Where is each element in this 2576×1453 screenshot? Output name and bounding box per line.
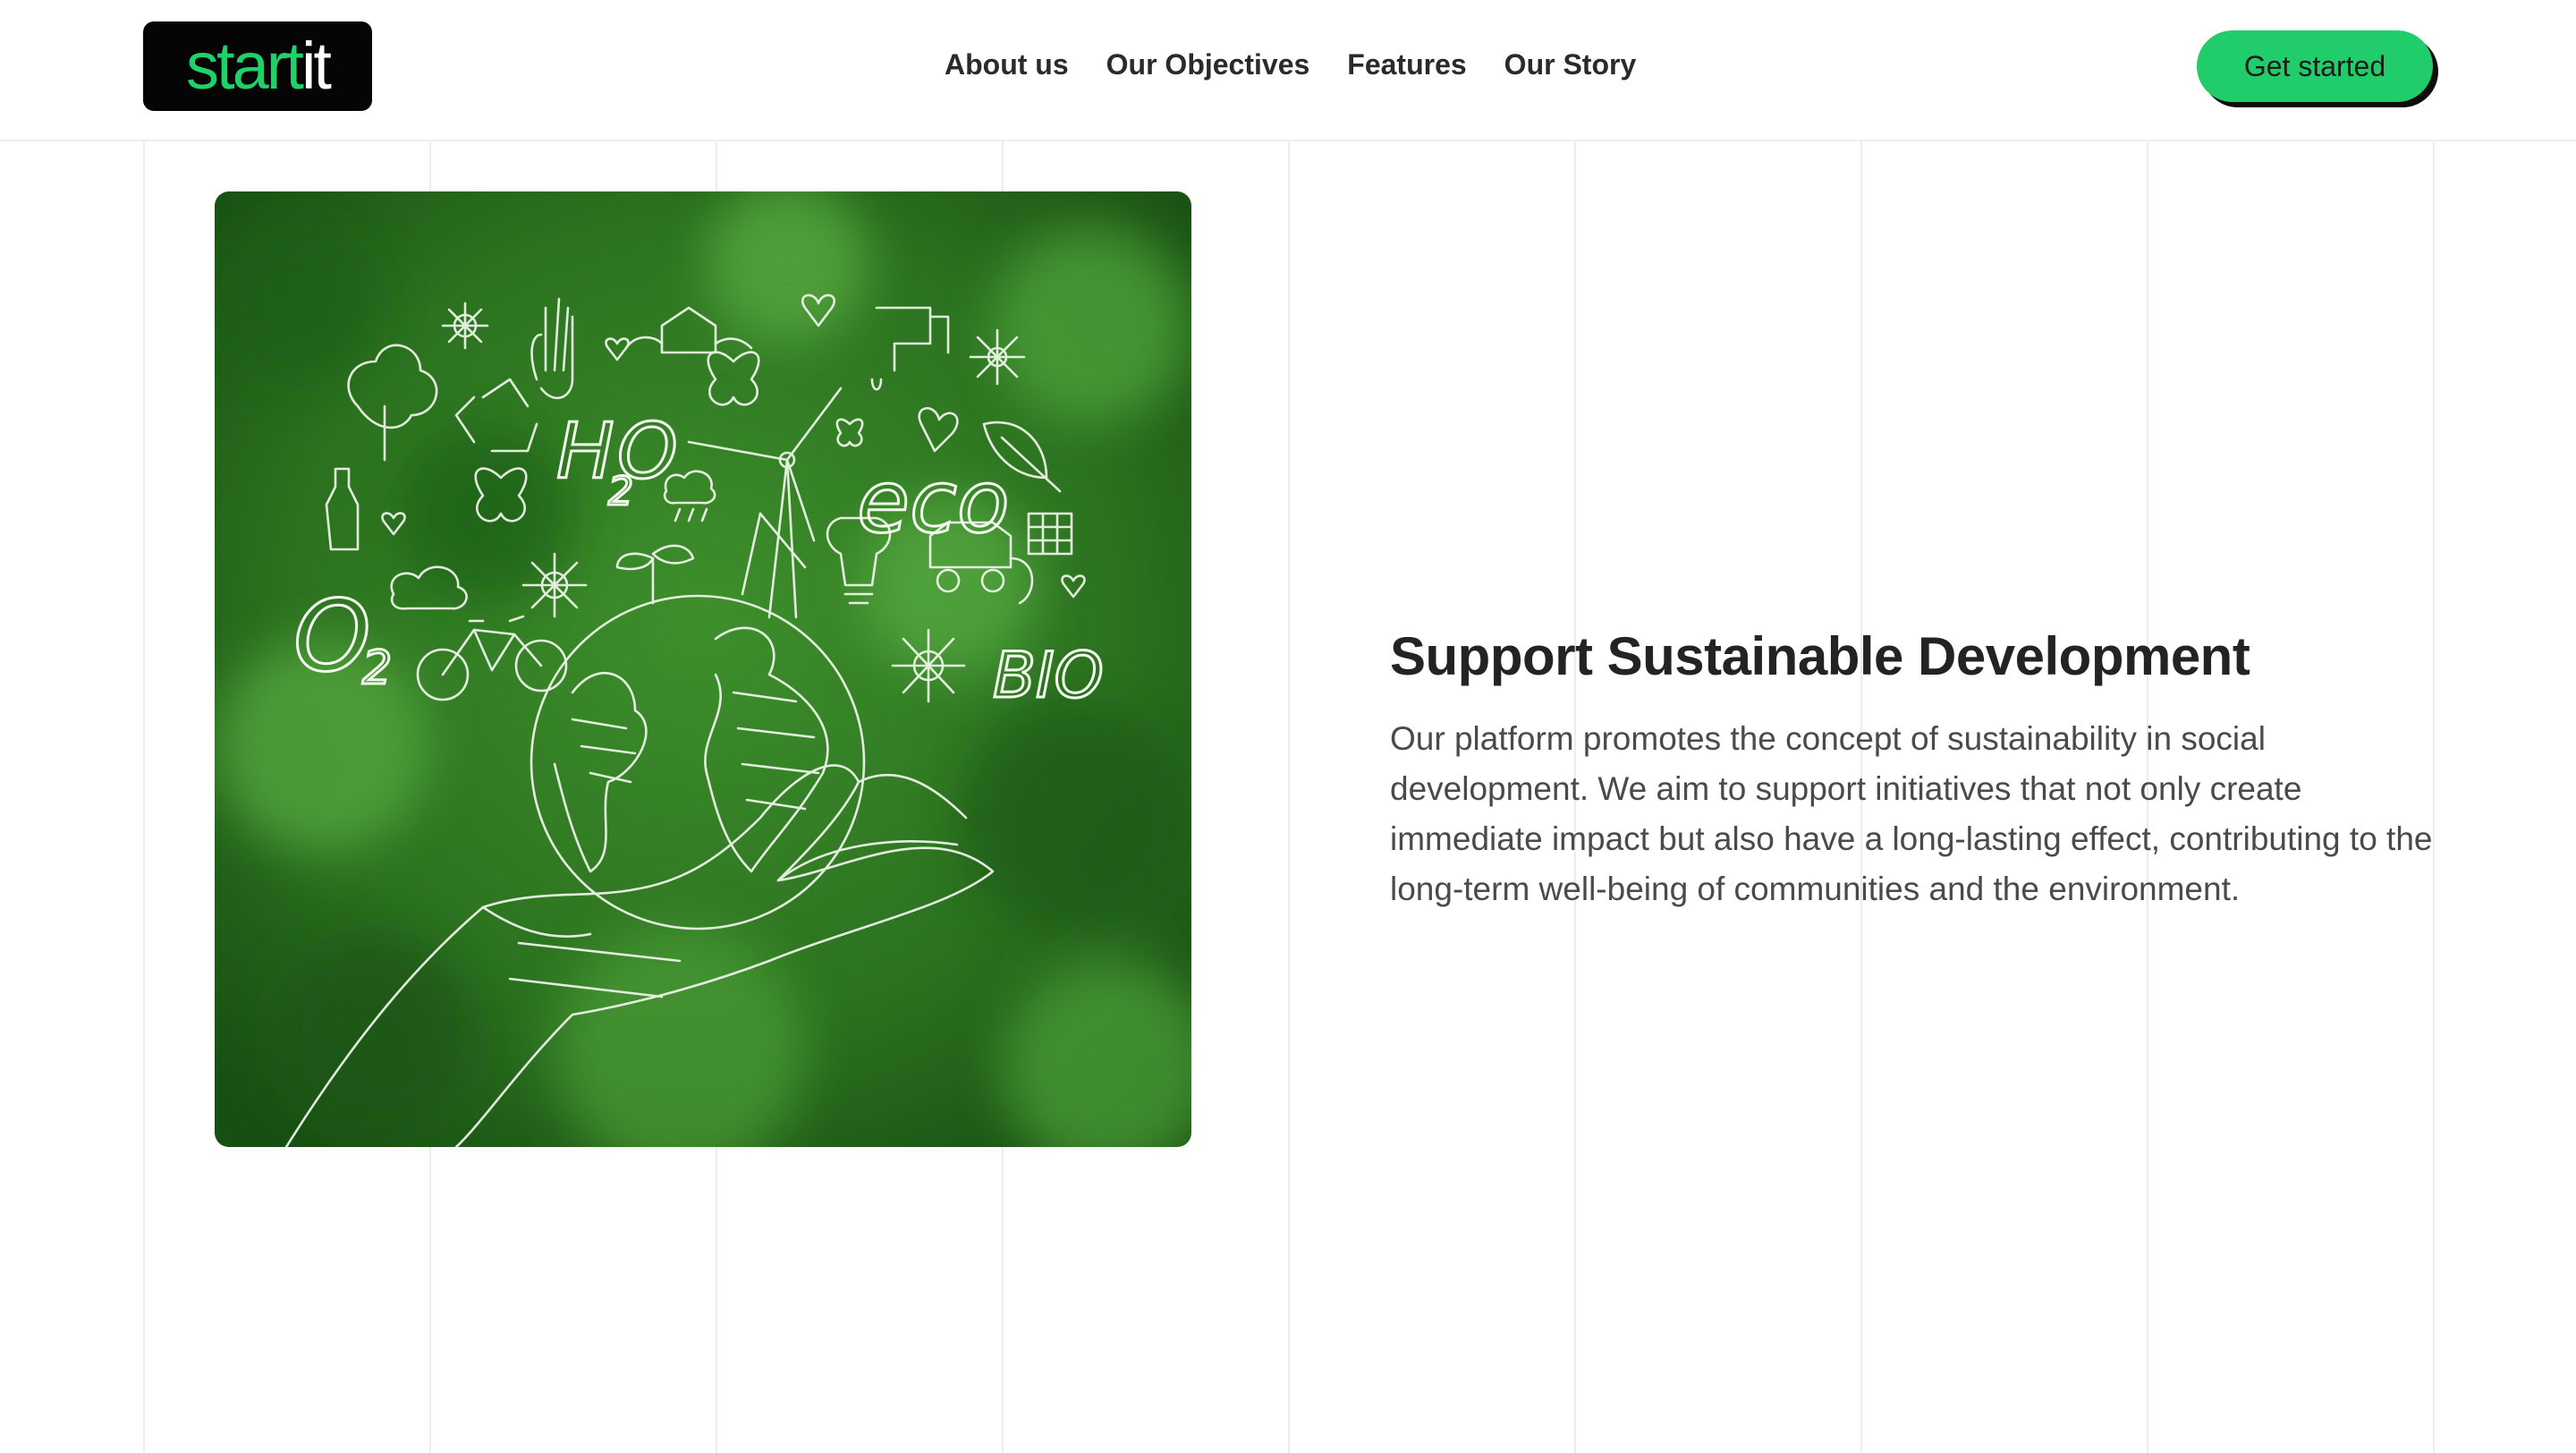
main-nav: About us Our Objectives Features Our Sto… xyxy=(945,45,1636,84)
startit-logo[interactable]: start it xyxy=(143,21,372,111)
image-o2-o: O xyxy=(293,579,371,693)
grid-line xyxy=(1288,140,1290,1453)
image-letter-2: 2 xyxy=(608,469,633,514)
logo-text-start: start xyxy=(186,29,304,103)
image-o2-2: 2 xyxy=(362,642,392,695)
hero-content: Support Sustainable Development Our plat… xyxy=(1390,623,2436,914)
sustainability-illustration-image: H O 2 eco O 2 BIO xyxy=(215,191,1191,1147)
section-paragraph: Our platform promotes the concept of sus… xyxy=(1390,720,2433,907)
nav-our-story[interactable]: Our Story xyxy=(1504,45,1637,84)
site-header: start it About us Our Objectives Features… xyxy=(0,0,2576,141)
nav-about-us[interactable]: About us xyxy=(945,45,1069,84)
nav-features[interactable]: Features xyxy=(1347,45,1466,84)
image-letter-h: H xyxy=(556,407,614,497)
section-heading: Support Sustainable Development xyxy=(1390,626,2250,686)
image-word-eco: eco xyxy=(857,452,1010,552)
grid-line xyxy=(143,140,145,1453)
get-started-button[interactable]: Get started xyxy=(2197,30,2433,102)
image-word-bio: BIO xyxy=(993,639,1104,712)
logo-text-it: it xyxy=(301,29,332,103)
nav-our-objectives[interactable]: Our Objectives xyxy=(1106,45,1310,84)
